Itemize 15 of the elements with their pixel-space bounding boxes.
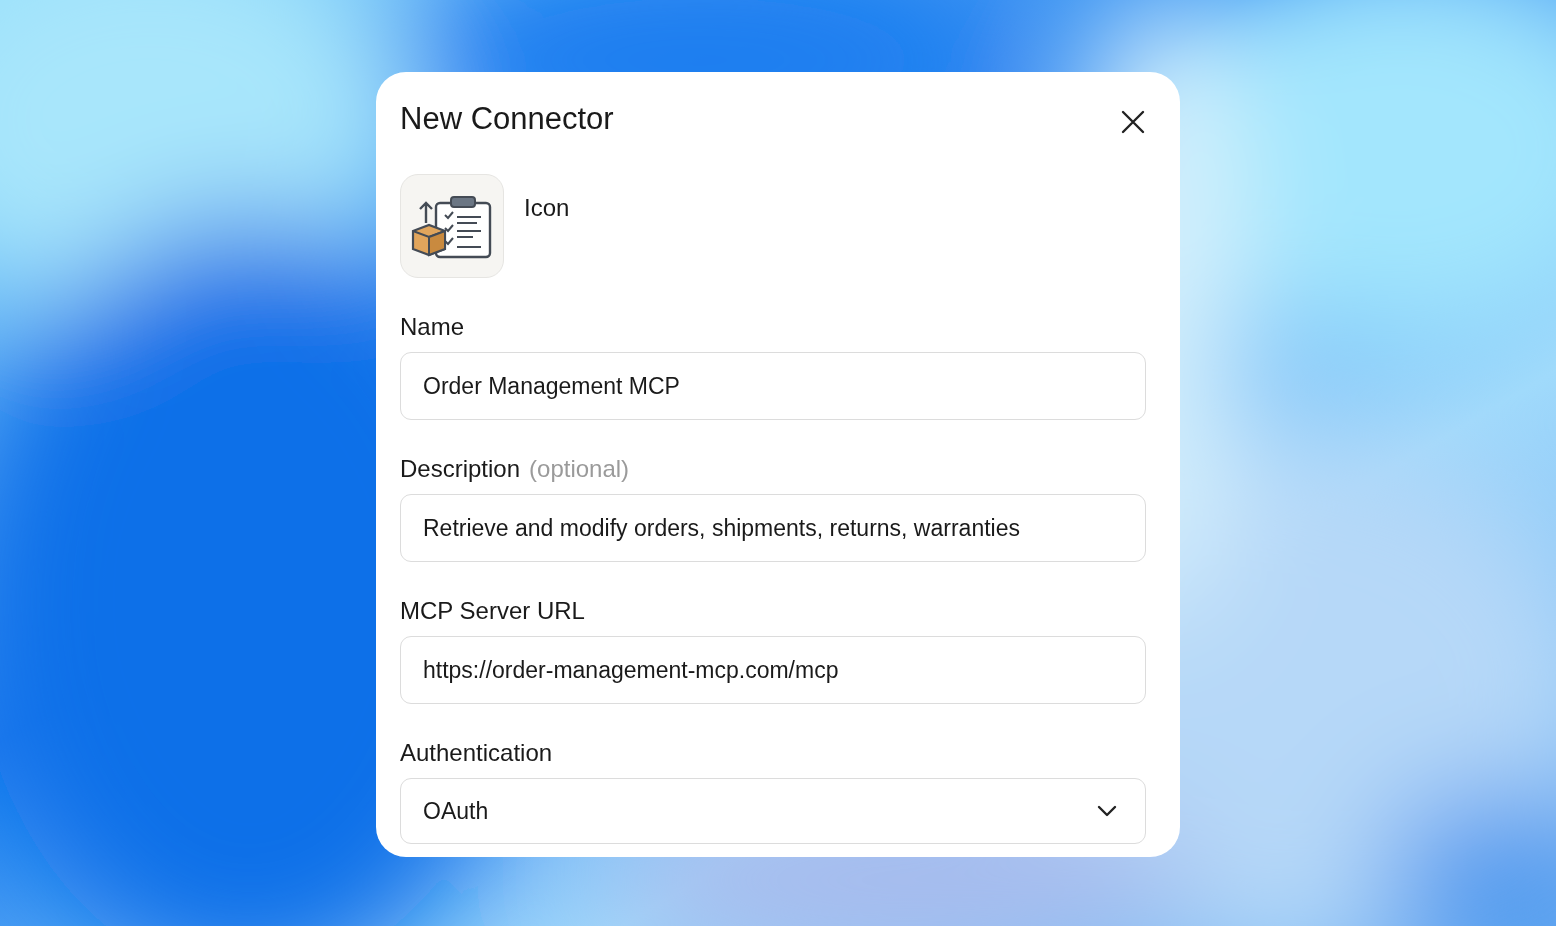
connector-icon-tile[interactable] — [400, 174, 504, 278]
optional-note: (optional) — [529, 455, 630, 483]
field-label: MCP Server URL — [400, 597, 585, 625]
field-label: Description — [400, 455, 521, 483]
field-label: Name — [400, 313, 465, 341]
close-icon[interactable] — [1120, 109, 1146, 135]
chevron-down-icon — [1097, 805, 1117, 817]
field-label: Authentication — [400, 739, 553, 767]
dialog-title: New Connector — [400, 101, 614, 137]
input-field[interactable]: Order Management MCP — [400, 352, 1146, 420]
input-field[interactable]: https://order-management-mcp.com/mcp — [400, 636, 1146, 704]
dropdown-field[interactable]: OAuth — [400, 778, 1146, 844]
input-field[interactable]: Retrieve and modify orders, shipments, returns, warranties — [400, 494, 1146, 562]
icon-label: Icon — [524, 194, 570, 222]
clipboard-box-icon — [411, 193, 493, 259]
